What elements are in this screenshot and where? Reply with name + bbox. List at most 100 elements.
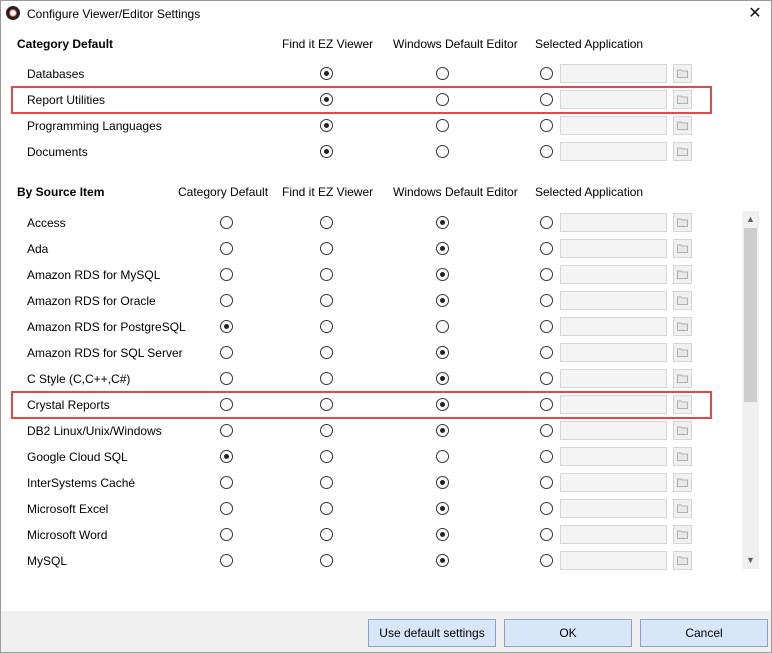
scroll-down-icon[interactable]: ▼ bbox=[742, 552, 759, 569]
radio-windows-default-editor[interactable] bbox=[436, 554, 449, 567]
radio-windows-default-editor[interactable] bbox=[436, 145, 449, 158]
browse-button[interactable] bbox=[673, 239, 692, 258]
radio-find-it-ez-viewer[interactable] bbox=[320, 424, 333, 437]
radio-find-it-ez-viewer[interactable] bbox=[320, 502, 333, 515]
radio-find-it-ez-viewer[interactable] bbox=[320, 346, 333, 359]
radio-windows-default-editor[interactable] bbox=[436, 67, 449, 80]
radio-windows-default-editor[interactable] bbox=[436, 242, 449, 255]
application-path-input[interactable] bbox=[560, 473, 667, 492]
application-path-input[interactable] bbox=[560, 525, 667, 544]
radio-windows-default-editor[interactable] bbox=[436, 119, 449, 132]
browse-button[interactable] bbox=[673, 551, 692, 570]
radio-find-it-ez-viewer[interactable] bbox=[320, 67, 333, 80]
close-icon[interactable]: ✕ bbox=[739, 1, 771, 27]
radio-category-default[interactable] bbox=[220, 554, 233, 567]
radio-windows-default-editor[interactable] bbox=[436, 268, 449, 281]
browse-button[interactable] bbox=[673, 473, 692, 492]
radio-windows-default-editor[interactable] bbox=[436, 476, 449, 489]
radio-windows-default-editor[interactable] bbox=[436, 502, 449, 515]
radio-category-default[interactable] bbox=[220, 268, 233, 281]
radio-category-default[interactable] bbox=[220, 216, 233, 229]
radio-find-it-ez-viewer[interactable] bbox=[320, 450, 333, 463]
radio-windows-default-editor[interactable] bbox=[436, 450, 449, 463]
radio-category-default[interactable] bbox=[220, 424, 233, 437]
application-path-input[interactable] bbox=[560, 142, 667, 161]
radio-selected-application[interactable] bbox=[540, 346, 553, 359]
browse-button[interactable] bbox=[673, 291, 692, 310]
vertical-scrollbar[interactable]: ▲ ▼ bbox=[742, 211, 759, 569]
application-path-input[interactable] bbox=[560, 239, 667, 258]
application-path-input[interactable] bbox=[560, 499, 667, 518]
browse-button[interactable] bbox=[673, 213, 692, 232]
radio-selected-application[interactable] bbox=[540, 528, 553, 541]
browse-button[interactable] bbox=[673, 317, 692, 336]
cancel-button[interactable]: Cancel bbox=[640, 619, 768, 647]
application-path-input[interactable] bbox=[560, 447, 667, 466]
radio-windows-default-editor[interactable] bbox=[436, 372, 449, 385]
browse-button[interactable] bbox=[673, 142, 692, 161]
radio-find-it-ez-viewer[interactable] bbox=[320, 268, 333, 281]
radio-selected-application[interactable] bbox=[540, 450, 553, 463]
radio-find-it-ez-viewer[interactable] bbox=[320, 476, 333, 489]
radio-selected-application[interactable] bbox=[540, 145, 553, 158]
radio-windows-default-editor[interactable] bbox=[436, 528, 449, 541]
radio-category-default[interactable] bbox=[220, 528, 233, 541]
use-default-settings-button[interactable]: Use default settings bbox=[368, 619, 496, 647]
radio-selected-application[interactable] bbox=[540, 424, 553, 437]
application-path-input[interactable] bbox=[560, 317, 667, 336]
radio-selected-application[interactable] bbox=[540, 476, 553, 489]
browse-button[interactable] bbox=[673, 64, 692, 83]
radio-category-default[interactable] bbox=[220, 450, 233, 463]
radio-find-it-ez-viewer[interactable] bbox=[320, 119, 333, 132]
radio-selected-application[interactable] bbox=[540, 554, 553, 567]
radio-find-it-ez-viewer[interactable] bbox=[320, 294, 333, 307]
browse-button[interactable] bbox=[673, 421, 692, 440]
browse-button[interactable] bbox=[673, 369, 692, 388]
radio-category-default[interactable] bbox=[220, 346, 233, 359]
radio-find-it-ez-viewer[interactable] bbox=[320, 528, 333, 541]
radio-windows-default-editor[interactable] bbox=[436, 346, 449, 359]
radio-windows-default-editor[interactable] bbox=[436, 294, 449, 307]
radio-selected-application[interactable] bbox=[540, 242, 553, 255]
application-path-input[interactable] bbox=[560, 213, 667, 232]
radio-selected-application[interactable] bbox=[540, 320, 553, 333]
browse-button[interactable] bbox=[673, 525, 692, 544]
application-path-input[interactable] bbox=[560, 265, 667, 284]
radio-find-it-ez-viewer[interactable] bbox=[320, 554, 333, 567]
radio-find-it-ez-viewer[interactable] bbox=[320, 372, 333, 385]
radio-selected-application[interactable] bbox=[540, 294, 553, 307]
scroll-thumb[interactable] bbox=[744, 228, 757, 402]
scroll-up-icon[interactable]: ▲ bbox=[742, 211, 759, 228]
browse-button[interactable] bbox=[673, 447, 692, 466]
application-path-input[interactable] bbox=[560, 421, 667, 440]
application-path-input[interactable] bbox=[560, 551, 667, 570]
radio-category-default[interactable] bbox=[220, 242, 233, 255]
radio-category-default[interactable] bbox=[220, 476, 233, 489]
radio-find-it-ez-viewer[interactable] bbox=[320, 216, 333, 229]
radio-find-it-ez-viewer[interactable] bbox=[320, 320, 333, 333]
radio-find-it-ez-viewer[interactable] bbox=[320, 242, 333, 255]
application-path-input[interactable] bbox=[560, 116, 667, 135]
application-path-input[interactable] bbox=[560, 64, 667, 83]
radio-selected-application[interactable] bbox=[540, 119, 553, 132]
browse-button[interactable] bbox=[673, 265, 692, 284]
radio-find-it-ez-viewer[interactable] bbox=[320, 145, 333, 158]
radio-windows-default-editor[interactable] bbox=[436, 424, 449, 437]
radio-windows-default-editor[interactable] bbox=[436, 216, 449, 229]
radio-selected-application[interactable] bbox=[540, 502, 553, 515]
ok-button[interactable]: OK bbox=[504, 619, 632, 647]
radio-selected-application[interactable] bbox=[540, 67, 553, 80]
radio-category-default[interactable] bbox=[220, 372, 233, 385]
application-path-input[interactable] bbox=[560, 369, 667, 388]
radio-selected-application[interactable] bbox=[540, 372, 553, 385]
radio-selected-application[interactable] bbox=[540, 216, 553, 229]
application-path-input[interactable] bbox=[560, 343, 667, 362]
radio-category-default[interactable] bbox=[220, 502, 233, 515]
application-path-input[interactable] bbox=[560, 291, 667, 310]
browse-button[interactable] bbox=[673, 499, 692, 518]
radio-category-default[interactable] bbox=[220, 294, 233, 307]
browse-button[interactable] bbox=[673, 343, 692, 362]
radio-windows-default-editor[interactable] bbox=[436, 320, 449, 333]
radio-category-default[interactable] bbox=[220, 320, 233, 333]
browse-button[interactable] bbox=[673, 116, 692, 135]
